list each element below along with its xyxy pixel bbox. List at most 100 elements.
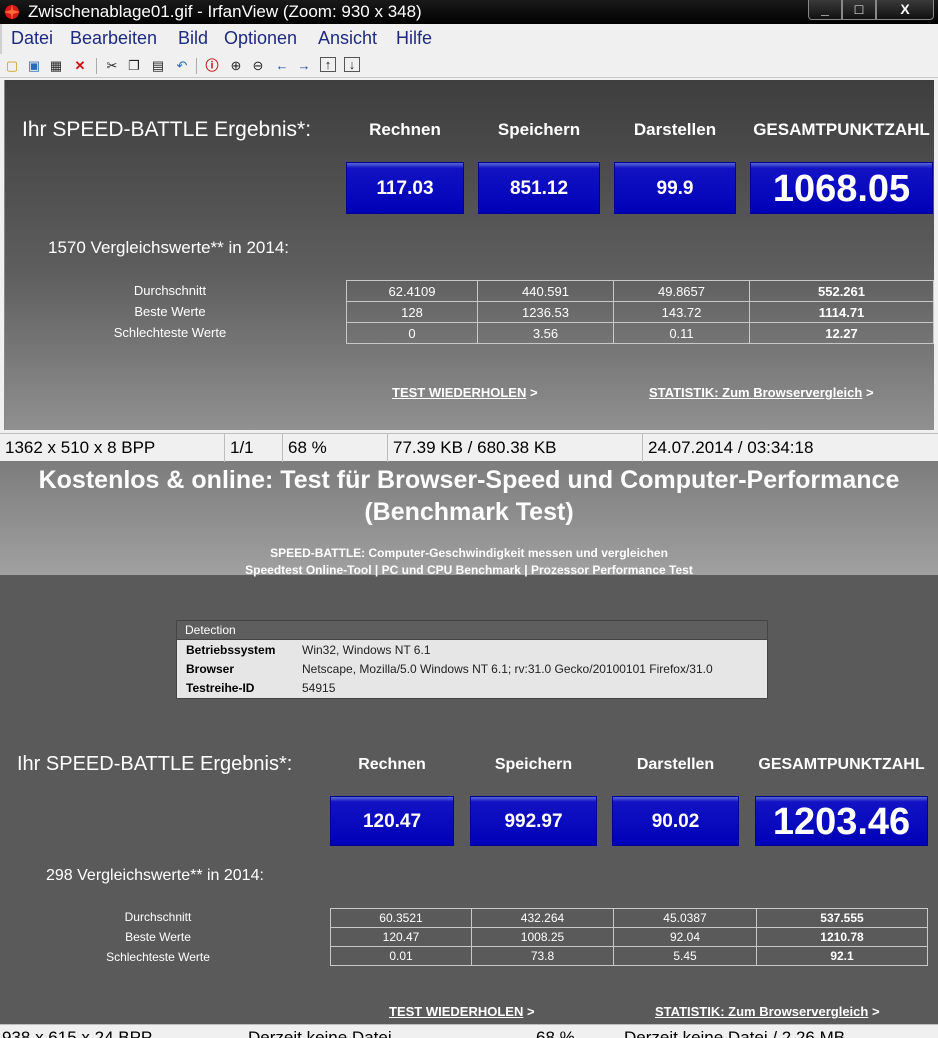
arrow-text: > [871,1004,880,1019]
paste-icon[interactable]: ▤ [150,57,166,74]
irfanview-window: Zwischenablage01.gif - IrfanView (Zoom: … [0,0,938,462]
row-label-schlechteste-werte: Schlechteste Werte [113,325,227,340]
toolbar-separator [196,58,197,74]
table-cell: 5.45 [613,946,757,966]
column-gesamtpunktzahl: GESAMTPUNKTZAHL [753,120,930,139]
table-cell: 0.01 [330,946,472,966]
toolbar: ▢ ▣ ▦ ✕ ✂ ❐ ▤ ↶ ⓘ ⊕ ⊖ ← → ↑ ↓ [0,54,938,78]
window-title: Zwischenablage01.gif - IrfanView (Zoom: … [28,2,422,21]
score-rechnen: 117.03 [346,162,464,214]
menu-bar: Datei Bearbeiten Bild Optionen Ansicht H… [0,24,938,54]
table-cell: 60.3521 [330,908,472,928]
status-filesize: Derzeit keine Datei / 2.26 MB [624,1028,846,1038]
table-row: 62.4109 440.591 49.8657 552.261 [346,280,934,302]
detection-header: Detection [177,621,767,640]
menu-ansicht[interactable]: Ansicht [318,28,377,49]
page-title-line2: (Benchmark Test) [364,498,574,526]
table-cell: 45.0387 [613,908,757,928]
score-speichern: 992.97 [470,796,597,846]
table-cell: 1008.25 [471,927,614,947]
statistik-text[interactable]: STATISTIK: Zum Browservergleich [655,1004,868,1019]
table-cell: 3.56 [477,322,614,344]
row-label-beste-werte: Beste Werte [125,930,191,944]
menu-hilfe[interactable]: Hilfe [396,28,432,49]
menu-bild[interactable]: Bild [178,28,208,49]
comparison-count: 1570 Vergleichswerte** in 2014: [48,238,289,257]
table-cell: 552.261 [749,280,934,302]
column-speichern: Speichern [497,120,581,139]
table-cell: 1114.71 [749,301,934,323]
score-gesamtpunktzahl: 1068.05 [750,162,933,214]
column-darstellen: Darstellen [636,756,715,773]
detection-value-testreihe: 54915 [302,681,336,695]
row-label-durchschnitt: Durchschnitt [124,910,192,924]
zoom-out-icon[interactable]: ⊖ [250,57,266,74]
table-row: 60.3521 432.264 45.0387 537.555 [330,908,928,928]
table-cell: 1236.53 [477,301,614,323]
table-cell: 440.591 [477,280,614,302]
arrow-text: > [865,385,874,400]
statistik-link[interactable]: STATISTIK: Zum Browservergleich > [655,1004,880,1019]
copy-icon[interactable]: ❐ [126,57,142,74]
status-file: Derzeit keine Datei [248,1028,392,1038]
score-darstellen: 90.02 [612,796,739,846]
page-subtitle-links: Speedtest Online-Tool | PC und CPU Bench… [245,563,693,577]
title-bar[interactable]: Zwischenablage01.gif - IrfanView (Zoom: … [0,0,938,24]
result-heading: Ihr SPEED-BATTLE Ergebnis*: [17,753,293,775]
open-icon[interactable]: ▢ [4,57,20,74]
comparison-table: 62.4109 440.591 49.8657 552.261 128 1236… [346,280,934,344]
arrow-text: > [529,385,538,400]
detection-label-browser: Browser [186,662,235,676]
row-label-beste-werte: Beste Werte [134,304,206,319]
close-button[interactable]: X [876,0,934,20]
row-label-durchschnitt: Durchschnitt [133,283,207,298]
table-row: 0.01 73.8 5.45 92.1 [330,946,928,966]
save-icon[interactable]: ▦ [48,57,64,74]
column-speichern: Speichern [494,756,573,773]
menu-optionen[interactable]: Optionen [224,28,297,49]
test-wiederholen-text[interactable]: TEST WIEDERHOLEN [392,385,526,400]
slideshow-icon[interactable]: ▣ [26,57,42,74]
column-rechnen: Rechnen [358,756,426,773]
status-datetime: 24.07.2014 / 03:34:18 [648,438,814,457]
page-title: Kostenlos & online: Test für Browser-Spe… [0,464,938,528]
test-wiederholen-text[interactable]: TEST WIEDERHOLEN [389,1004,523,1019]
info-icon[interactable]: ⓘ [204,57,220,74]
test-wiederholen-link[interactable]: TEST WIEDERHOLEN > [392,385,538,400]
next-icon[interactable]: → [296,57,312,74]
page-title-line1: Kostenlos & online: Test für Browser-Spe… [38,466,900,494]
page-subtitle: SPEED-BATTLE: Computer-Geschwindigkeit m… [270,546,668,560]
delete-icon[interactable]: ✕ [72,57,88,74]
row-label-schlechteste-werte: Schlechteste Werte [106,950,210,964]
status-dimensions: 938 x 615 x 24 BPP [2,1028,153,1038]
table-cell: 120.47 [330,927,472,947]
score-gesamtpunktzahl: 1203.46 [755,796,928,846]
cut-icon[interactable]: ✂ [104,57,120,74]
status-zoom: 68 % [536,1028,575,1038]
test-wiederholen-link[interactable]: TEST WIEDERHOLEN > [389,1004,535,1019]
arrow-text: > [526,1004,535,1019]
last-icon[interactable]: ↓ [344,57,360,72]
table-cell: 62.4109 [346,280,478,302]
minimize-button[interactable]: _ [808,0,842,20]
maximize-button[interactable]: □ [842,0,876,20]
undo-icon[interactable]: ↶ [174,57,190,74]
statistik-link[interactable]: STATISTIK: Zum Browservergleich > [649,385,874,400]
zoom-in-icon[interactable]: ⊕ [228,57,244,74]
detection-box: Detection Betriebssystem Win32, Windows … [176,620,768,699]
previous-icon[interactable]: ← [274,57,290,74]
menu-datei[interactable]: Datei [11,28,53,49]
table-cell: 12.27 [749,322,934,344]
menu-bearbeiten[interactable]: Bearbeiten [70,28,157,49]
table-cell: 0.11 [613,322,750,344]
column-gesamtpunktzahl: GESAMTPUNKTZAHL [758,756,925,773]
status-bar: 1362 x 510 x 8 BPP 1/1 68 % 77.39 KB / 6… [0,433,938,462]
first-icon[interactable]: ↑ [320,57,336,72]
table-cell: 128 [346,301,478,323]
score-speichern: 851.12 [478,162,600,214]
statistik-text[interactable]: STATISTIK: Zum Browservergleich [649,385,862,400]
table-cell: 1210.78 [756,927,928,947]
toolbar-separator [96,58,97,74]
table-cell: 537.555 [756,908,928,928]
table-cell: 143.72 [613,301,750,323]
